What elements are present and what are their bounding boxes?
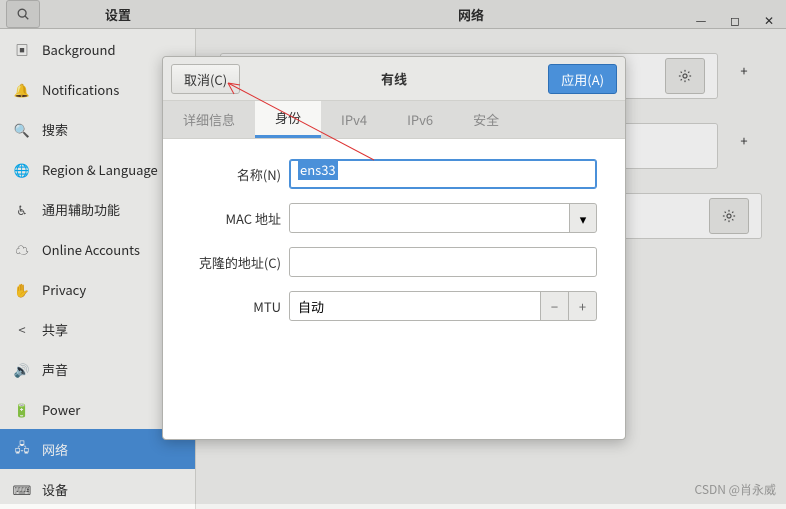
tab-label: 安全 <box>473 110 499 129</box>
tab-ipv6[interactable]: IPv6 <box>387 100 453 138</box>
tab-label: IPv6 <box>407 110 433 129</box>
name-value: ens33 <box>298 159 338 180</box>
tab-label: 详细信息 <box>183 110 235 129</box>
cancel-button[interactable]: 取消(C) <box>171 64 240 94</box>
chevron-down-icon: ▾ <box>580 209 587 228</box>
mtu-value: 自动 <box>289 291 541 321</box>
minus-icon: − <box>551 297 558 316</box>
mac-label: MAC 地址 <box>191 209 281 228</box>
name-label: 名称(N) <box>191 165 281 184</box>
mac-dropdown-button[interactable]: ▾ <box>569 203 597 233</box>
mtu-increase-button[interactable]: + <box>569 291 597 321</box>
plus-icon: + <box>579 297 586 316</box>
tab-identity[interactable]: 身份 <box>255 100 321 138</box>
tab-label: 身份 <box>275 108 301 127</box>
cloned-mac-input[interactable] <box>289 247 597 277</box>
watermark: CSDN @肖永威 <box>695 481 776 498</box>
connection-editor-dialog: 取消(C) 有线 应用(A) 详细信息 身份 IPv4 IPv6 安全 名称(N… <box>162 56 626 440</box>
mtu-spinner[interactable]: 自动 − + <box>289 291 597 321</box>
dialog-titlebar: 取消(C) 有线 应用(A) <box>163 57 625 101</box>
name-input[interactable]: ens33 <box>289 159 597 189</box>
cloned-mac-label: 克隆的地址(C) <box>191 253 281 272</box>
dialog-tabs: 详细信息 身份 IPv4 IPv6 安全 <box>163 101 625 139</box>
tab-label: IPv4 <box>341 110 367 129</box>
button-label: 应用(A) <box>561 70 604 89</box>
mtu-label: MTU <box>191 297 281 316</box>
tab-ipv4[interactable]: IPv4 <box>321 100 387 138</box>
tab-security[interactable]: 安全 <box>453 100 519 138</box>
mtu-decrease-button[interactable]: − <box>541 291 569 321</box>
identity-form: 名称(N) ens33 MAC 地址 ▾ 克隆的地址(C) MTU 自动 − + <box>163 139 625 439</box>
button-label: 取消(C) <box>184 70 227 89</box>
tab-details[interactable]: 详细信息 <box>163 100 255 138</box>
mac-combo[interactable]: ▾ <box>289 203 597 233</box>
mac-value <box>289 203 569 233</box>
apply-button[interactable]: 应用(A) <box>548 64 617 94</box>
dialog-title: 有线 <box>381 69 407 88</box>
